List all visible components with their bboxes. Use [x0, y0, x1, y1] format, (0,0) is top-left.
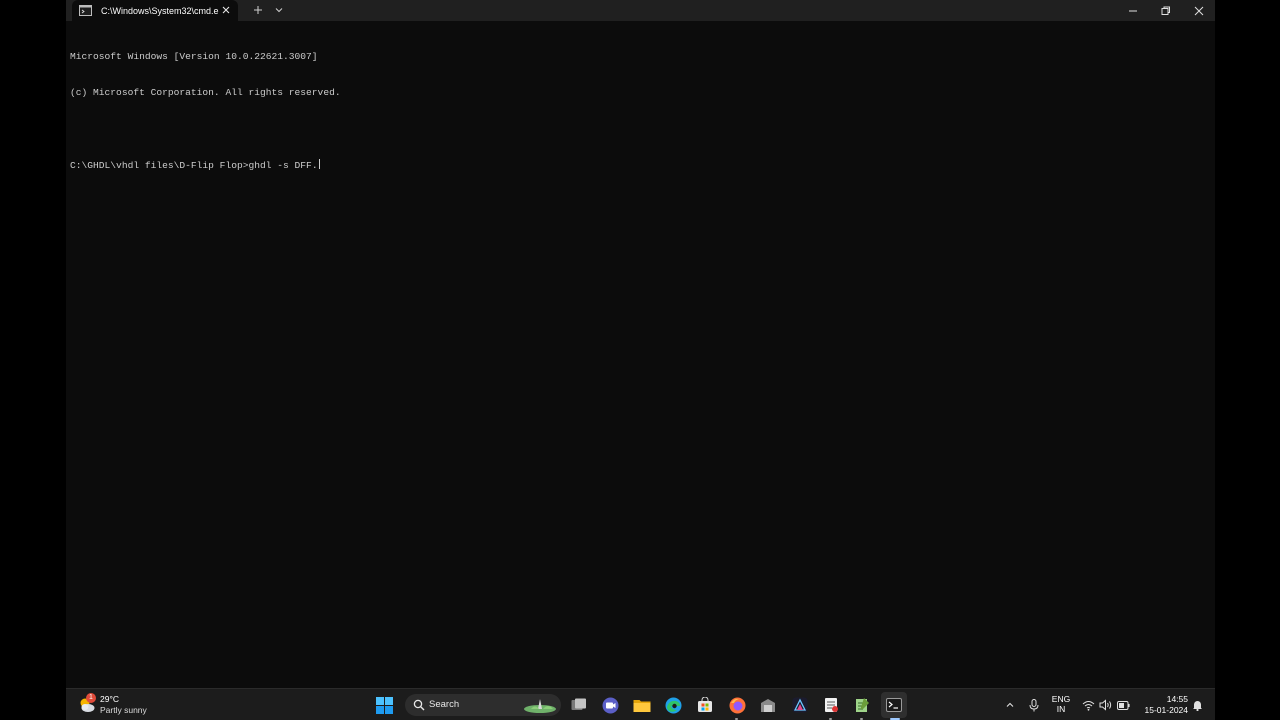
search-label: Search: [429, 699, 460, 710]
battery-icon: [1116, 700, 1130, 710]
microphone-icon: [1029, 698, 1039, 711]
partly-sunny-icon: 1: [78, 693, 96, 714]
firefox-icon: [729, 697, 745, 713]
app-icon: [761, 698, 775, 712]
close-icon: [1194, 6, 1204, 15]
restore-icon: [1161, 6, 1170, 15]
notepad-icon: [856, 698, 869, 712]
tab-cmd[interactable]: C:\Windows\System32\cmd.e: [72, 0, 238, 21]
chevron-up-icon: [1006, 702, 1014, 707]
search-highlight-icon: [524, 699, 556, 713]
volume-button[interactable]: [1095, 695, 1115, 715]
weather-widget[interactable]: 1 29°C Partly sunny: [78, 692, 147, 718]
store-icon: [698, 697, 712, 712]
notification-badge: 1: [86, 693, 96, 703]
wifi-icon: [1082, 700, 1094, 711]
minimize-icon: [1129, 10, 1137, 11]
language-indicator[interactable]: ENG IN: [1049, 694, 1073, 714]
console-output[interactable]: Microsoft Windows [Version 10.0.22621.30…: [70, 27, 1200, 195]
tab-title: C:\Windows\System32\cmd.e: [101, 5, 219, 16]
store-button[interactable]: [695, 695, 715, 715]
clock[interactable]: 14:55 15-01-2024: [1136, 694, 1188, 716]
command-input[interactable]: ghdl -s DFF.: [248, 160, 317, 171]
minimize-button[interactable]: [1116, 0, 1150, 21]
terminal-button[interactable]: [881, 692, 907, 718]
document-app-button[interactable]: [821, 695, 841, 715]
affinity-icon: [792, 697, 808, 713]
taskbar-search-box[interactable]: Search: [405, 694, 561, 716]
clock-time: 14:55: [1166, 694, 1188, 704]
title-bar[interactable]: C:\Windows\System32\cmd.e: [66, 0, 1215, 21]
notepad-button[interactable]: [852, 695, 872, 715]
file-explorer-icon: [633, 699, 651, 712]
start-button[interactable]: [374, 695, 394, 715]
command-line[interactable]: C:\GHDL\vhdl files\D-Flip Flop>ghdl -s D…: [70, 159, 1200, 171]
edge-icon: [665, 697, 681, 713]
restore-button[interactable]: [1149, 0, 1183, 21]
new-tab-plus-icon[interactable]: [252, 4, 264, 16]
task-view-button[interactable]: [569, 695, 589, 715]
region-code: IN: [1056, 704, 1066, 714]
weather-condition: Partly sunny: [100, 705, 147, 715]
console-line: (c) Microsoft Corporation. All rights re…: [70, 87, 341, 98]
battery-button[interactable]: [1113, 695, 1133, 715]
search-icon: [413, 699, 425, 711]
firefox-button[interactable]: [727, 695, 747, 715]
edge-button[interactable]: [663, 695, 683, 715]
file-explorer-button[interactable]: [632, 695, 652, 715]
terminal-screen: C:\Windows\System32\cmd.e Microsoft Wind…: [66, 0, 1215, 720]
clock-date: 15-01-2024: [1144, 705, 1188, 715]
document-icon: [825, 698, 838, 712]
weather-text: 29°C Partly sunny: [100, 694, 147, 716]
task-view-icon: [571, 698, 586, 710]
app-button[interactable]: [758, 695, 778, 715]
cmd-icon: [79, 5, 92, 16]
close-icon: [222, 6, 230, 14]
console-line: Microsoft Windows [Version 10.0.22621.30…: [70, 51, 318, 62]
temperature: 29°C: [100, 694, 119, 704]
teams-button[interactable]: [600, 695, 620, 715]
chevron-down-icon[interactable]: [273, 4, 285, 16]
teams-icon: [602, 697, 618, 713]
prompt: C:\GHDL\vhdl files\D-Flip Flop>: [70, 160, 249, 171]
volume-icon: [1099, 699, 1111, 711]
close-window-button[interactable]: [1182, 0, 1215, 21]
microphone-button[interactable]: [1024, 695, 1044, 715]
windows-start-icon: [375, 696, 393, 714]
terminal-icon: [886, 698, 902, 712]
tab-close-button[interactable]: [220, 4, 232, 16]
taskbar: 1 29°C Partly sunny Search ENG IN 14:55 …: [66, 688, 1215, 720]
bell-icon: [1192, 701, 1202, 711]
affinity-button[interactable]: [790, 695, 810, 715]
notifications-button[interactable]: [1187, 695, 1207, 715]
text-cursor: [318, 159, 320, 169]
language-code: ENG: [1051, 694, 1071, 704]
show-hidden-icons-button[interactable]: [1000, 695, 1020, 715]
